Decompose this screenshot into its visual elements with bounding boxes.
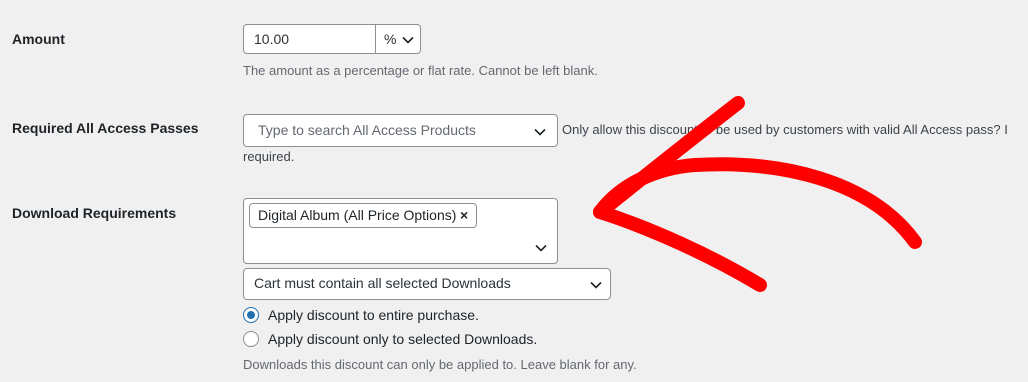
- chevron-down-icon: [402, 36, 414, 44]
- chevron-down-icon: [534, 128, 546, 136]
- radio-entire-purchase[interactable]: [243, 307, 259, 323]
- selected-download-label: Digital Album (All Price Options): [258, 207, 457, 223]
- access-products-search[interactable]: Type to search All Access Products: [243, 114, 558, 147]
- amount-input[interactable]: 10.00: [243, 24, 376, 54]
- amount-type-select[interactable]: %: [375, 24, 421, 54]
- radio-entire-purchase-label[interactable]: Apply discount to entire purchase.: [268, 307, 479, 323]
- download-requirements-label: Download Requirements: [12, 205, 177, 221]
- selected-download-tag: Digital Album (All Price Options): [249, 203, 477, 228]
- chevron-down-icon: [535, 244, 547, 252]
- download-condition-value: Cart must contain all selected Downloads: [254, 275, 511, 291]
- access-passes-description: Only allow this discount to be used by c…: [562, 122, 1008, 137]
- download-condition-select[interactable]: Cart must contain all selected Downloads: [243, 268, 611, 300]
- red-arrow-annotation: [593, 96, 922, 292]
- amount-description: The amount as a percentage or flat rate.…: [243, 63, 598, 78]
- download-requirements-description: Downloads this discount can only be appl…: [243, 357, 637, 372]
- access-products-placeholder: Type to search All Access Products: [258, 122, 476, 138]
- radio-selected-downloads-label[interactable]: Apply discount only to selected Download…: [268, 331, 537, 347]
- radio-selected-downloads[interactable]: [243, 331, 259, 347]
- amount-value: 10.00: [254, 31, 290, 47]
- chevron-down-icon: [590, 281, 602, 289]
- amount-label: Amount: [12, 31, 65, 47]
- access-passes-description-cont: required.: [243, 149, 295, 164]
- close-icon[interactable]: ×: [460, 207, 468, 223]
- access-passes-label: Required All Access Passes: [12, 120, 199, 136]
- amount-unit: %: [384, 31, 397, 47]
- downloads-multiselect[interactable]: Digital Album (All Price Options) ×: [243, 198, 558, 264]
